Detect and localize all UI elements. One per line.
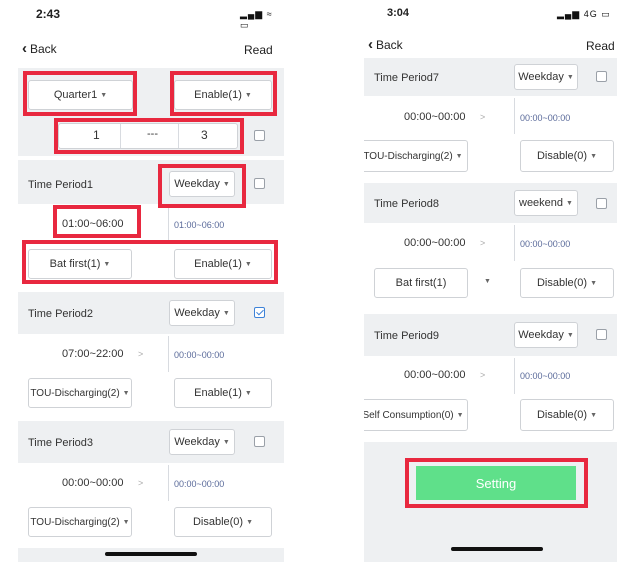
divider — [168, 465, 169, 501]
period-state-select[interactable]: Enable(1) ▼ — [174, 249, 272, 279]
caret-down-icon: ▼ — [590, 411, 598, 419]
period-day-select[interactable]: Weekday ▼ — [514, 322, 578, 348]
caret-down-icon: ▼ — [456, 411, 464, 419]
period-state-select[interactable]: Disable(0) ▼ — [174, 507, 272, 537]
caret-down-icon: ▼ — [122, 518, 130, 526]
caret-down-icon: ▼ — [484, 278, 491, 285]
chevron-right-icon: > — [138, 478, 144, 488]
period-time-value: 00:00~00:00 — [520, 113, 571, 123]
period-day-select[interactable]: Weekday ▼ — [514, 64, 578, 90]
period-time-value: 00:00~00:00 — [174, 479, 225, 489]
period-time[interactable]: 00:00~00:00 — [62, 477, 123, 489]
caret-down-icon: ▼ — [566, 331, 574, 339]
period-title: Time Period3 — [28, 437, 94, 449]
caret-down-icon: ▼ — [222, 438, 230, 446]
period-checkbox[interactable] — [596, 198, 607, 209]
divider — [168, 336, 169, 372]
period-title: Time Period2 — [28, 308, 94, 320]
period-mode-select[interactable]: TOU-Discharging(2) ▼ — [364, 140, 468, 172]
back-button[interactable]: ‹ Back — [368, 36, 403, 53]
caret-down-icon: ▼ — [566, 199, 573, 207]
period-checkbox[interactable] — [254, 178, 265, 189]
divider — [514, 358, 515, 394]
period-title: Time Period8 — [374, 198, 440, 210]
caret-down-icon: ▼ — [122, 389, 130, 397]
caret-down-icon: ▼ — [590, 279, 598, 287]
read-button[interactable]: Read — [586, 39, 615, 53]
quarter-enable-select[interactable]: Enable(1) ▼ — [174, 80, 272, 110]
period-time-value: 00:00~00:00 — [520, 371, 571, 381]
chevron-right-icon: > — [138, 349, 144, 359]
caret-down-icon: ▼ — [455, 152, 463, 160]
chevron-right-icon: > — [480, 370, 486, 380]
right-phone-screen: 3:04 ▂▄▆ 4G ▭ ‹ Back Read Time Period7 We… — [364, 0, 617, 562]
period-time-value: 01:00~06:00 — [174, 220, 225, 230]
caret-down-icon: ▼ — [566, 73, 574, 81]
period-time[interactable]: 00:00~00:00 — [404, 111, 465, 123]
period-title: Time Period1 — [28, 179, 94, 191]
back-label: Back — [376, 38, 403, 52]
read-button[interactable]: Read — [244, 43, 273, 57]
divider — [178, 124, 179, 148]
caret-down-icon: ▼ — [103, 260, 111, 268]
period-mode-select[interactable]: Bat first(1) — [374, 268, 468, 298]
setting-button[interactable]: Setting — [416, 466, 576, 500]
caret-down-icon: ▼ — [246, 518, 254, 526]
period-time-value: 00:00~00:00 — [174, 350, 225, 360]
home-indicator — [105, 552, 197, 556]
range-from[interactable]: 1 — [93, 128, 100, 142]
caret-down-icon: ▼ — [100, 91, 108, 99]
caret-down-icon: ▼ — [244, 91, 252, 99]
range-to[interactable]: 3 — [201, 128, 208, 142]
caret-down-icon: ▼ — [222, 180, 230, 188]
status-icons: ▂▄▆ 4G ▭ — [557, 9, 611, 19]
period-mode-select[interactable]: Bat first(1) ▼ — [28, 249, 132, 279]
period-state-select[interactable]: Enable(1) ▼ — [174, 378, 272, 408]
back-button[interactable]: ‹ Back — [22, 40, 57, 57]
caret-down-icon: ▼ — [222, 309, 230, 317]
period-time-value: 00:00~00:00 — [520, 239, 571, 249]
back-label: Back — [30, 42, 57, 56]
chevron-right-icon: > — [480, 238, 486, 248]
period-mode-select[interactable]: TOU-Discharging(2) ▼ — [28, 507, 132, 537]
setting-section — [364, 442, 617, 562]
status-time: 3:04 — [387, 7, 410, 19]
period-day-select[interactable]: Weekday ▼ — [169, 300, 235, 326]
divider — [120, 124, 121, 148]
range-checkbox[interactable] — [254, 130, 265, 141]
status-time: 2:43 — [36, 7, 61, 21]
period-title: Time Period7 — [374, 72, 440, 84]
divider — [514, 98, 515, 134]
period-mode-select[interactable]: Self Consumption(0) ▼ — [364, 399, 468, 431]
period-time[interactable]: 00:00~00:00 — [404, 369, 465, 381]
range-separator: --- — [147, 128, 158, 140]
period-time[interactable]: 00:00~00:00 — [404, 237, 465, 249]
period-day-select[interactable]: Weekday ▼ — [169, 429, 235, 455]
period-time[interactable]: 01:00~06:00 — [62, 218, 123, 230]
status-icons: ▂▄▆ ≈ ▭ — [240, 9, 273, 30]
period-state-select[interactable]: Disable(0) ▼ — [520, 268, 614, 298]
period-checkbox[interactable] — [254, 436, 265, 447]
left-phone-screen: 2:43 ▂▄▆ ≈ ▭ ‹ Back Read Quarter1 ▼ Enable… — [18, 0, 284, 562]
chevron-left-icon: ‹ — [22, 40, 27, 57]
home-indicator — [451, 547, 543, 551]
period-time[interactable]: 07:00~22:00 — [62, 348, 123, 360]
period-checkbox[interactable] — [254, 307, 265, 318]
caret-down-icon: ▼ — [590, 152, 598, 160]
quarter-select[interactable]: Quarter1 ▼ — [28, 80, 133, 110]
caret-down-icon: ▼ — [244, 389, 252, 397]
chevron-left-icon: ‹ — [368, 36, 373, 53]
period-mode-select[interactable]: TOU-Discharging(2) ▼ — [28, 378, 132, 408]
period-state-select[interactable]: Disable(0) ▼ — [520, 140, 614, 172]
period-checkbox[interactable] — [596, 329, 607, 340]
chevron-right-icon: > — [480, 112, 486, 122]
period-checkbox[interactable] — [596, 71, 607, 82]
divider — [514, 225, 515, 261]
caret-down-icon: ▼ — [244, 260, 252, 268]
period-title: Time Period9 — [374, 330, 440, 342]
period-state-select[interactable]: Disable(0) ▼ — [520, 399, 614, 431]
period-day-select[interactable]: weekend ▼ — [514, 190, 578, 216]
divider — [168, 206, 169, 240]
period-day-select[interactable]: Weekday ▼ — [169, 171, 235, 197]
